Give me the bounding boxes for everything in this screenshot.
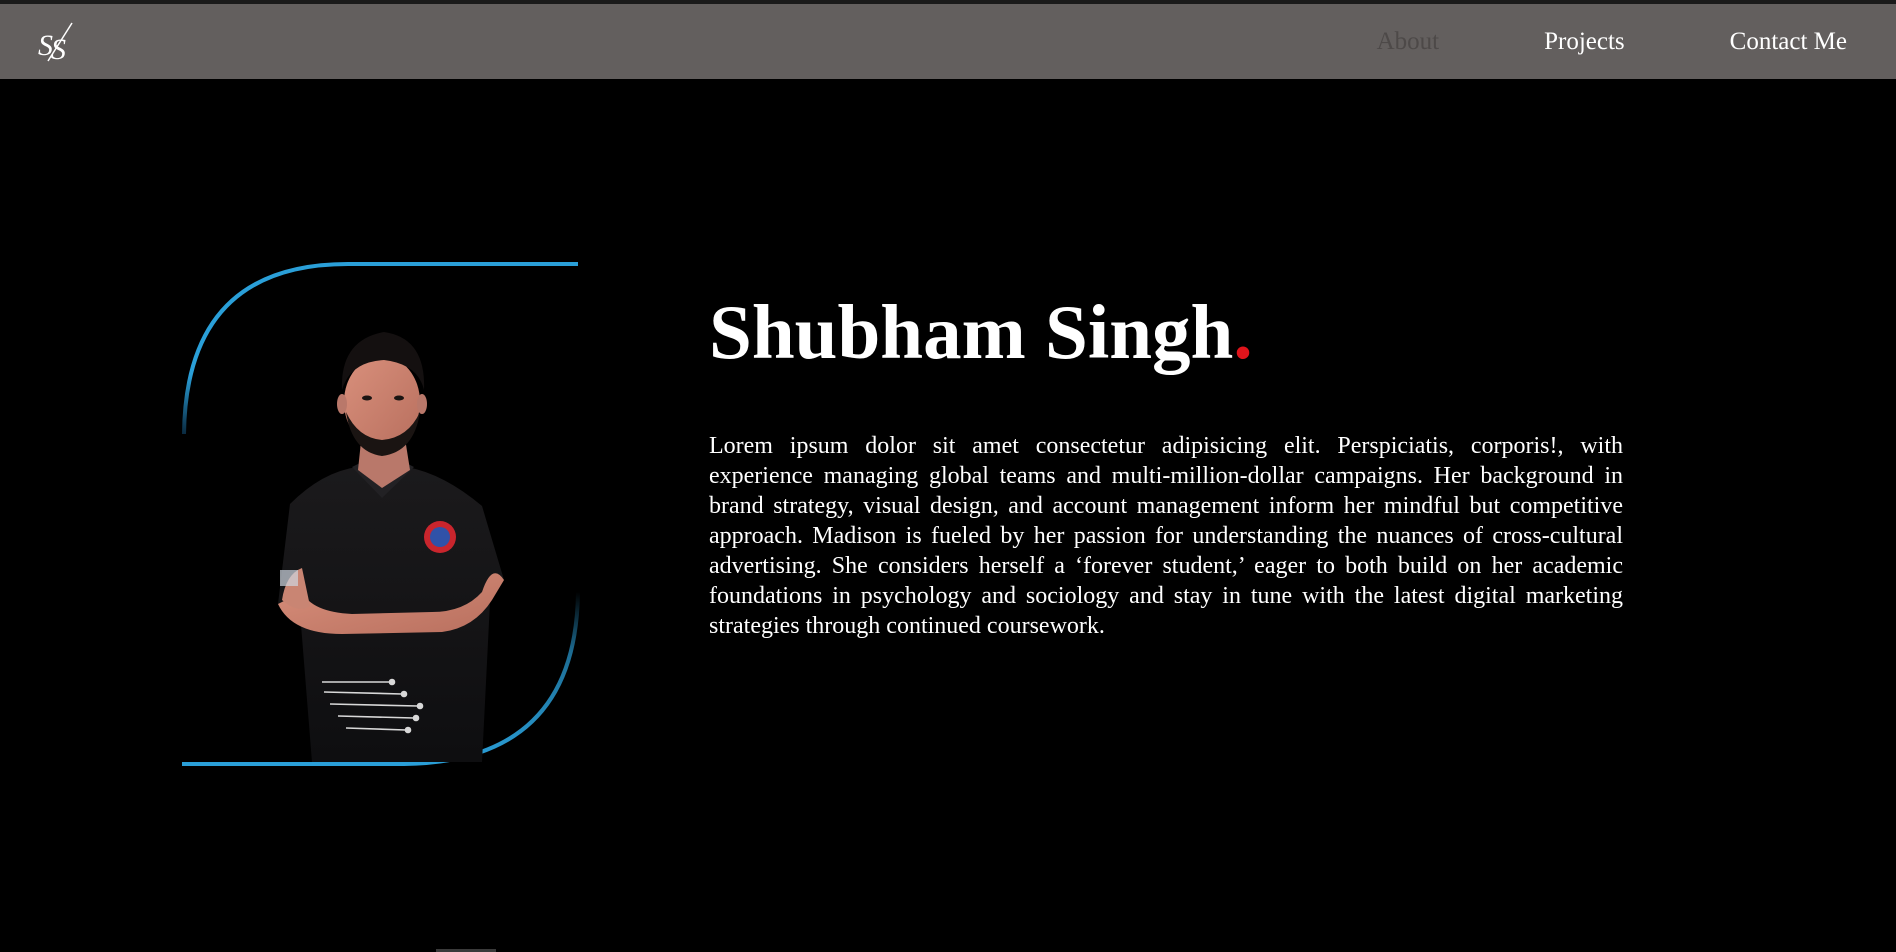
nav-about-link[interactable]: About (1377, 28, 1440, 56)
hero-name-text: Shubham Singh (709, 289, 1234, 375)
profile-photo (182, 262, 580, 766)
navbar: S S About Projects Contact Me (0, 4, 1896, 79)
hero-name-dot: . (1233, 289, 1253, 375)
nav-projects-link[interactable]: Projects (1544, 28, 1625, 56)
hero-name: Shubham Singh. (709, 287, 1253, 377)
nav-contact-link[interactable]: Contact Me (1730, 28, 1847, 56)
ss-logo-icon[interactable]: S S (36, 19, 80, 66)
nav-links: About Projects Contact Me (1377, 4, 1896, 79)
person-figure (278, 332, 504, 762)
svg-text:S: S (51, 33, 66, 65)
profile-photo-frame (182, 262, 580, 766)
bio-paragraph: Lorem ipsum dolor sit amet consectetur a… (709, 433, 1623, 639)
